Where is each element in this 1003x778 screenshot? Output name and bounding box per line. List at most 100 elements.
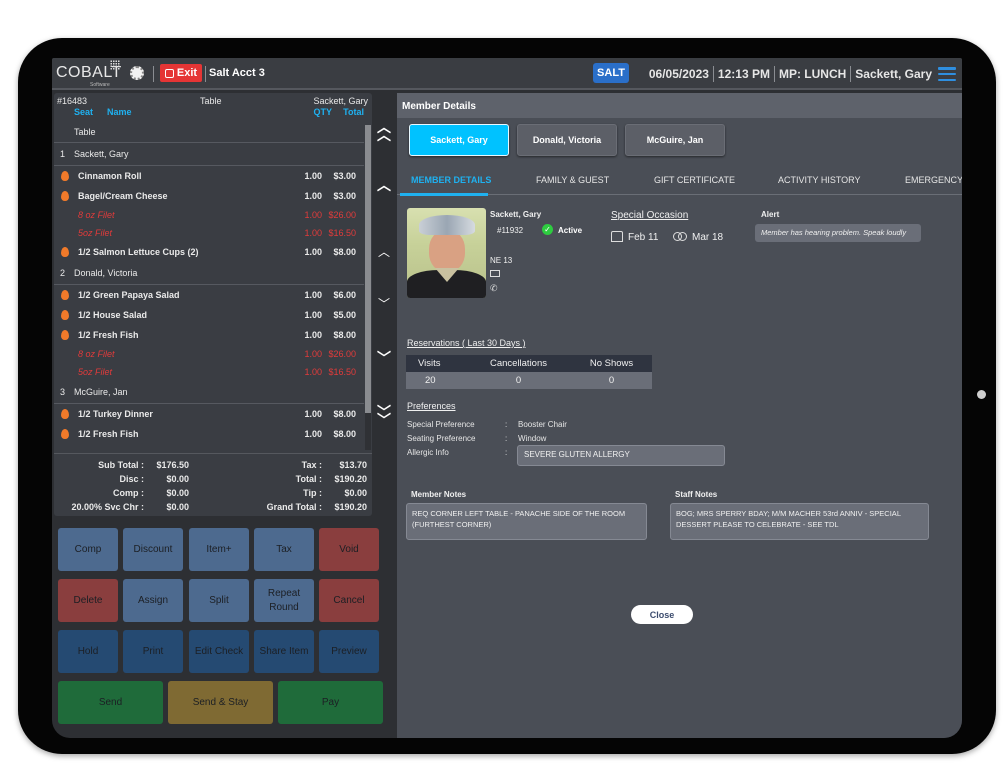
- seating-preference-value: Window: [518, 434, 547, 443]
- item-name: 8 oz Filet: [78, 349, 115, 359]
- scroll-line-down-icon[interactable]: ﹀: [376, 298, 392, 310]
- modifier-row[interactable]: 5oz Filet 1.00 $16.50: [54, 224, 364, 242]
- comp-value: $0.00: [166, 488, 189, 498]
- no-shows-value: 0: [608, 375, 615, 386]
- scroll-bottom-icon[interactable]: ﹀ ﹀: [376, 405, 392, 427]
- service-charge-label: 20.00% Svc Chr :: [71, 502, 144, 512]
- staff-notes: BOG; MRS SPERRY BDAY; M/M MACHER 53rd AN…: [670, 503, 929, 540]
- item-qty: 1.00: [304, 210, 322, 220]
- item-name: 8 oz Filet: [78, 210, 115, 220]
- cancel-button[interactable]: Cancel: [319, 579, 379, 622]
- exit-icon: [164, 68, 174, 78]
- order-item-row[interactable]: 1/2 Fresh Fish 1.00 $8.00: [54, 424, 364, 444]
- guest-tab-mcguire[interactable]: McGuire, Jan: [625, 124, 725, 156]
- menu-icon[interactable]: [938, 67, 956, 81]
- tab-activity-history[interactable]: ACTIVITY HISTORY: [778, 175, 861, 185]
- guest-tab-donald[interactable]: Donald, Victoria: [517, 124, 617, 156]
- item-name: 1/2 Fresh Fish: [78, 429, 139, 439]
- fire-icon: [61, 290, 69, 300]
- order-panel: #16483 Table Sackett, Gary Seat Name QTY…: [54, 93, 372, 516]
- scroll-controls: ︿ ︿ ︿ ︿ ﹀ ﹀ ﹀ ﹀: [374, 120, 394, 443]
- close-button[interactable]: Close: [631, 605, 693, 624]
- subtotal-label: Sub Total :: [98, 460, 144, 470]
- order-scrollbar[interactable]: [365, 125, 371, 450]
- tip-label: Tip :: [303, 488, 322, 498]
- seat-row[interactable]: 3 McGuire, Jan: [54, 381, 364, 404]
- order-items-list[interactable]: Table 1 Sackett, Gary Cinnamon Roll 1.00 $3.…: [54, 121, 364, 451]
- special-preference-label: Special Preference: [407, 420, 475, 429]
- item-total: $3.00: [333, 191, 356, 201]
- seat-row[interactable]: 1 Sackett, Gary: [54, 143, 364, 166]
- seat-number: 3: [60, 387, 66, 397]
- reservations-values: 20 0 0: [406, 372, 652, 389]
- email-icon[interactable]: [490, 270, 500, 277]
- settings-gear-icon[interactable]: [130, 66, 144, 80]
- phone-icon[interactable]: ✆: [490, 283, 498, 294]
- assign-button[interactable]: Assign: [123, 579, 183, 622]
- order-item-row[interactable]: 1/2 House Salad 1.00 $5.00: [54, 305, 364, 325]
- scroll-line-up-icon[interactable]: ︿: [376, 246, 392, 258]
- comp-button[interactable]: Comp: [58, 528, 118, 571]
- order-item-row[interactable]: Bagel/Cream Cheese 1.00 $3.00: [54, 186, 364, 206]
- server-name: Sackett, Gary: [313, 96, 368, 106]
- order-item-row[interactable]: 1/2 Salmon Lettuce Cups (2) 1.00 $8.00: [54, 242, 364, 262]
- share-item-button[interactable]: Share Item: [254, 630, 314, 673]
- preview-button[interactable]: Preview: [319, 630, 379, 673]
- logo-subtitle: Software: [90, 82, 110, 88]
- seat-row[interactable]: 2 Donald, Victoria: [54, 262, 364, 285]
- order-header: #16483 Table Sackett, Gary Seat Name QTY…: [54, 93, 372, 121]
- tab-gift-certificate[interactable]: GIFT CERTIFICATE: [654, 175, 735, 185]
- time-display: 12:13 PM: [717, 67, 770, 81]
- table-row-label: Table: [74, 126, 96, 137]
- send-and-stay-button[interactable]: Send & Stay: [168, 681, 273, 724]
- item-name: 1/2 Green Papaya Salad: [78, 290, 180, 300]
- delete-button[interactable]: Delete: [58, 579, 118, 622]
- modifier-row[interactable]: 5oz Filet 1.00 $16.50: [54, 363, 364, 381]
- tab-family-guest[interactable]: FAMILY & GUEST: [536, 175, 609, 185]
- split-button[interactable]: Split: [189, 579, 249, 622]
- table-row[interactable]: Table: [54, 121, 364, 143]
- logo-dots-icon: [110, 60, 120, 70]
- member-status: Active: [558, 226, 583, 235]
- item-qty: 1.00: [304, 349, 322, 359]
- reservations-title: Reservations ( Last 30 Days ): [407, 338, 526, 348]
- item-total: $26.00: [328, 349, 356, 359]
- order-item-row[interactable]: 1/2 Turkey Dinner 1.00 $8.00: [54, 404, 364, 424]
- colon: :: [505, 420, 508, 429]
- item-plus-button[interactable]: Item+: [189, 528, 249, 571]
- scroll-top-icon[interactable]: ︿ ︿: [376, 120, 392, 142]
- repeat-round-button[interactable]: Repeat Round: [254, 579, 314, 622]
- seat-guest-name: McGuire, Jan: [74, 387, 128, 397]
- fire-icon: [61, 409, 69, 419]
- item-total: $16.50: [328, 367, 356, 377]
- scrollbar-thumb[interactable]: [365, 125, 371, 413]
- order-item-row[interactable]: 1/2 Fresh Fish 1.00 $8.00: [54, 325, 364, 345]
- order-item-row[interactable]: Cinnamon Roll 1.00 $3.00: [54, 166, 364, 186]
- modifier-row[interactable]: 8 oz Filet 1.00 $26.00: [54, 206, 364, 224]
- scroll-page-down-icon[interactable]: ﹀: [376, 351, 392, 365]
- send-button[interactable]: Send: [58, 681, 163, 724]
- cancellations-value: 0: [515, 375, 522, 386]
- date-display: 06/05/2023: [648, 67, 709, 81]
- exit-button[interactable]: Exit: [160, 64, 202, 82]
- edit-check-button[interactable]: Edit Check: [189, 630, 249, 673]
- order-item-row[interactable]: 1/2 Green Papaya Salad 1.00 $6.00: [54, 285, 364, 305]
- location-badge[interactable]: SALT: [593, 63, 629, 83]
- tax-button[interactable]: Tax: [254, 528, 314, 571]
- tab-member-details[interactable]: MEMBER DETAILS: [411, 175, 491, 185]
- item-qty: 1.00: [304, 191, 322, 201]
- print-button[interactable]: Print: [123, 630, 183, 673]
- grand-total-label: Grand Total :: [266, 502, 322, 512]
- seating-preference-label: Seating Preference: [407, 434, 476, 443]
- discount-button[interactable]: Discount: [123, 528, 183, 571]
- scroll-page-up-icon[interactable]: ︿: [376, 178, 392, 192]
- discount-label: Disc :: [119, 474, 144, 484]
- modifier-row[interactable]: 8 oz Filet 1.00 $26.00: [54, 345, 364, 363]
- tab-emergency[interactable]: EMERGENCY: [905, 175, 962, 185]
- tablet-frame: COBALT Software Exit Salt Acct 3 SALT 06…: [18, 38, 996, 754]
- guest-tab-sackett[interactable]: Sackett, Gary: [409, 124, 509, 156]
- void-button[interactable]: Void: [319, 528, 379, 571]
- pay-button[interactable]: Pay: [278, 681, 383, 724]
- current-user: Sackett, Gary: [855, 67, 932, 81]
- hold-button[interactable]: Hold: [58, 630, 118, 673]
